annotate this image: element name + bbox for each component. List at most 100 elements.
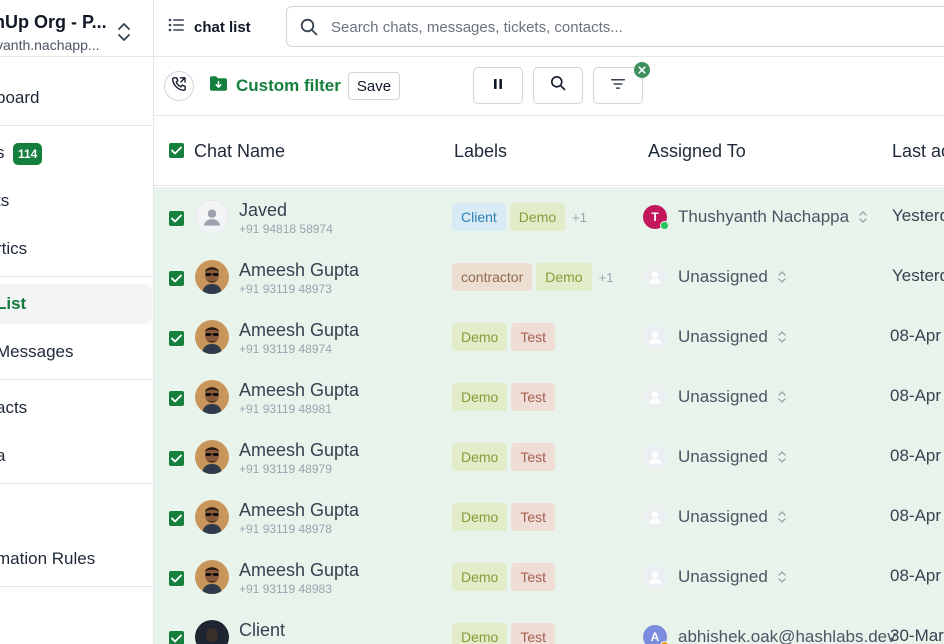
- label-tag[interactable]: Test: [511, 563, 556, 591]
- chevron-up-down-icon[interactable]: [858, 210, 868, 224]
- last-activity: 30-Mar: [890, 626, 944, 644]
- label-tag[interactable]: Test: [511, 323, 556, 351]
- row-checkbox[interactable]: [169, 271, 184, 286]
- contact-name[interactable]: Ameesh Gupta: [239, 260, 359, 281]
- table-row[interactable]: Ameesh Gupta +91 93119 48974 Demo Test Unass…: [154, 307, 944, 367]
- label-tag[interactable]: Test: [511, 443, 556, 471]
- last-activity: Yesterd: [892, 266, 944, 285]
- search-chats-button[interactable]: [533, 67, 583, 104]
- search-box[interactable]: [286, 6, 944, 47]
- chevron-up-down-icon[interactable]: [777, 570, 787, 584]
- assignee-selector[interactable]: Unassigned: [643, 264, 787, 290]
- label-tag[interactable]: Demo: [536, 263, 592, 291]
- search-icon: [300, 18, 318, 41]
- row-checkbox[interactable]: [169, 511, 184, 526]
- label-tag[interactable]: Demo: [452, 383, 508, 411]
- label-tag[interactable]: Test: [511, 383, 556, 411]
- clear-filter-button[interactable]: [634, 62, 650, 78]
- label-tag[interactable]: Demo: [452, 503, 508, 531]
- chevron-up-down-icon[interactable]: [777, 510, 787, 524]
- label-tag[interactable]: Demo: [509, 203, 566, 231]
- assignee-name: Unassigned: [678, 327, 768, 346]
- sidebar-item-chat-list[interactable]: List: [0, 284, 152, 324]
- contact-phone: +91 93119 48983: [239, 582, 332, 596]
- assignee-selector[interactable]: Unassigned: [643, 564, 787, 590]
- assignee-avatar: T: [643, 205, 669, 230]
- more-labels-count[interactable]: +1: [599, 270, 614, 285]
- row-checkbox[interactable]: [169, 451, 184, 466]
- assignee-name: Unassigned: [678, 447, 768, 466]
- assignee-selector[interactable]: Unassigned: [643, 324, 787, 350]
- table-row[interactable]: Ameesh Gupta +91 93119 48973 contractor Dem…: [154, 247, 944, 307]
- label-tag[interactable]: Client: [452, 203, 506, 231]
- label-tag[interactable]: Test: [511, 503, 556, 531]
- select-all-checkbox[interactable]: [169, 143, 184, 158]
- sidebar-item-bulk-messages[interactable]: Messages: [0, 332, 153, 372]
- sidebar-item-label: acts: [0, 398, 28, 417]
- row-checkbox[interactable]: [169, 211, 184, 226]
- label-tag[interactable]: Test: [511, 623, 556, 644]
- sidebar-item-tickets[interactable]: ts: [0, 181, 153, 221]
- column-header-chat-name[interactable]: Chat Name: [194, 141, 285, 162]
- table-row[interactable]: Ameesh Gupta +91 93119 48983 Demo Test Unass…: [154, 547, 944, 607]
- sidebar-item-contacts[interactable]: acts: [0, 388, 153, 428]
- row-checkbox[interactable]: [169, 571, 184, 586]
- assignee-selector[interactable]: Unassigned: [643, 444, 787, 470]
- contact-name[interactable]: Client: [239, 620, 285, 641]
- contact-name[interactable]: Ameesh Gupta: [239, 320, 359, 341]
- assignee-name: Unassigned: [678, 267, 768, 286]
- save-filter-button[interactable]: Save: [348, 72, 400, 100]
- custom-filter-selector[interactable]: Custom filter: [209, 75, 341, 97]
- call-button[interactable]: [164, 71, 194, 101]
- label-tag[interactable]: Demo: [452, 323, 508, 351]
- contact-phone: +91 93119 48979: [239, 462, 332, 476]
- contact-name[interactable]: Ameesh Gupta: [239, 440, 359, 461]
- column-header-assigned-to[interactable]: Assigned To: [648, 141, 746, 162]
- row-checkbox[interactable]: [169, 631, 184, 644]
- assignee-selector[interactable]: Aabhishek.oak@hashlabs.dev: [643, 624, 896, 644]
- table-row[interactable]: Client Demo Test Aabhishek.oak@hashlabs.dev…: [154, 607, 944, 644]
- label-tag[interactable]: Demo: [452, 443, 508, 471]
- assignee-selector[interactable]: Unassigned: [643, 504, 787, 530]
- chevron-up-down-icon[interactable]: [116, 20, 132, 44]
- org-switcher[interactable]: nUp Org - P... yanth.nachapp...: [0, 0, 153, 57]
- sidebar-item-media[interactable]: a: [0, 436, 153, 476]
- chevron-up-down-icon[interactable]: [777, 330, 787, 344]
- sidebar-item-analytics[interactable]: rtics: [0, 229, 153, 269]
- label-tag[interactable]: contractor: [452, 263, 533, 291]
- sidebar-item-automation-rules[interactable]: mation Rules: [0, 539, 153, 579]
- table-row[interactable]: Ameesh Gupta +91 93119 48979 Demo Test Unass…: [154, 427, 944, 487]
- contact-name[interactable]: Javed: [239, 200, 287, 221]
- table-row[interactable]: Javed +91 94818 58974 Client Demo +1 T Thushya…: [154, 187, 944, 247]
- chevron-up-down-icon[interactable]: [777, 450, 787, 464]
- row-checkbox[interactable]: [169, 391, 184, 406]
- unassigned-avatar-icon: [643, 325, 667, 349]
- contact-name[interactable]: Ameesh Gupta: [239, 380, 359, 401]
- label-tag[interactable]: Demo: [452, 623, 508, 644]
- sidebar-item-dashboard[interactable]: board: [0, 78, 153, 118]
- more-labels-count[interactable]: +1: [572, 210, 587, 225]
- table-row[interactable]: Ameesh Gupta +91 93119 48981 Demo Test Unass…: [154, 367, 944, 427]
- org-name: nUp Org - P...: [0, 12, 107, 32]
- column-header-labels[interactable]: Labels: [454, 141, 507, 162]
- table-row[interactable]: Ameesh Gupta +91 93119 48978 Demo Test Unass…: [154, 487, 944, 547]
- pause-button[interactable]: [473, 67, 523, 104]
- label-tag[interactable]: Demo: [452, 563, 508, 591]
- assignee-selector[interactable]: T Thushyanth Nachappa: [643, 204, 868, 230]
- chat-toolbar: Custom filter Save: [154, 57, 944, 116]
- chevron-up-down-icon[interactable]: [777, 390, 787, 404]
- assignee-initial: A: [650, 630, 660, 644]
- row-checkbox[interactable]: [169, 331, 184, 346]
- assignee-selector[interactable]: Unassigned: [643, 384, 787, 410]
- assignee-name: Thushyanth Nachappa: [678, 207, 850, 226]
- avatar: [195, 440, 229, 474]
- search-input[interactable]: [331, 16, 931, 38]
- pause-icon: [492, 77, 504, 95]
- contact-name[interactable]: Ameesh Gupta: [239, 500, 359, 521]
- sidebar-item-chats[interactable]: s 114: [0, 133, 153, 173]
- last-activity: 08-Apr: [890, 566, 942, 585]
- sidebar-item-label: board: [0, 88, 40, 107]
- chevron-up-down-icon[interactable]: [777, 270, 787, 284]
- column-header-last-activity[interactable]: Last ac: [892, 141, 944, 162]
- contact-name[interactable]: Ameesh Gupta: [239, 560, 359, 581]
